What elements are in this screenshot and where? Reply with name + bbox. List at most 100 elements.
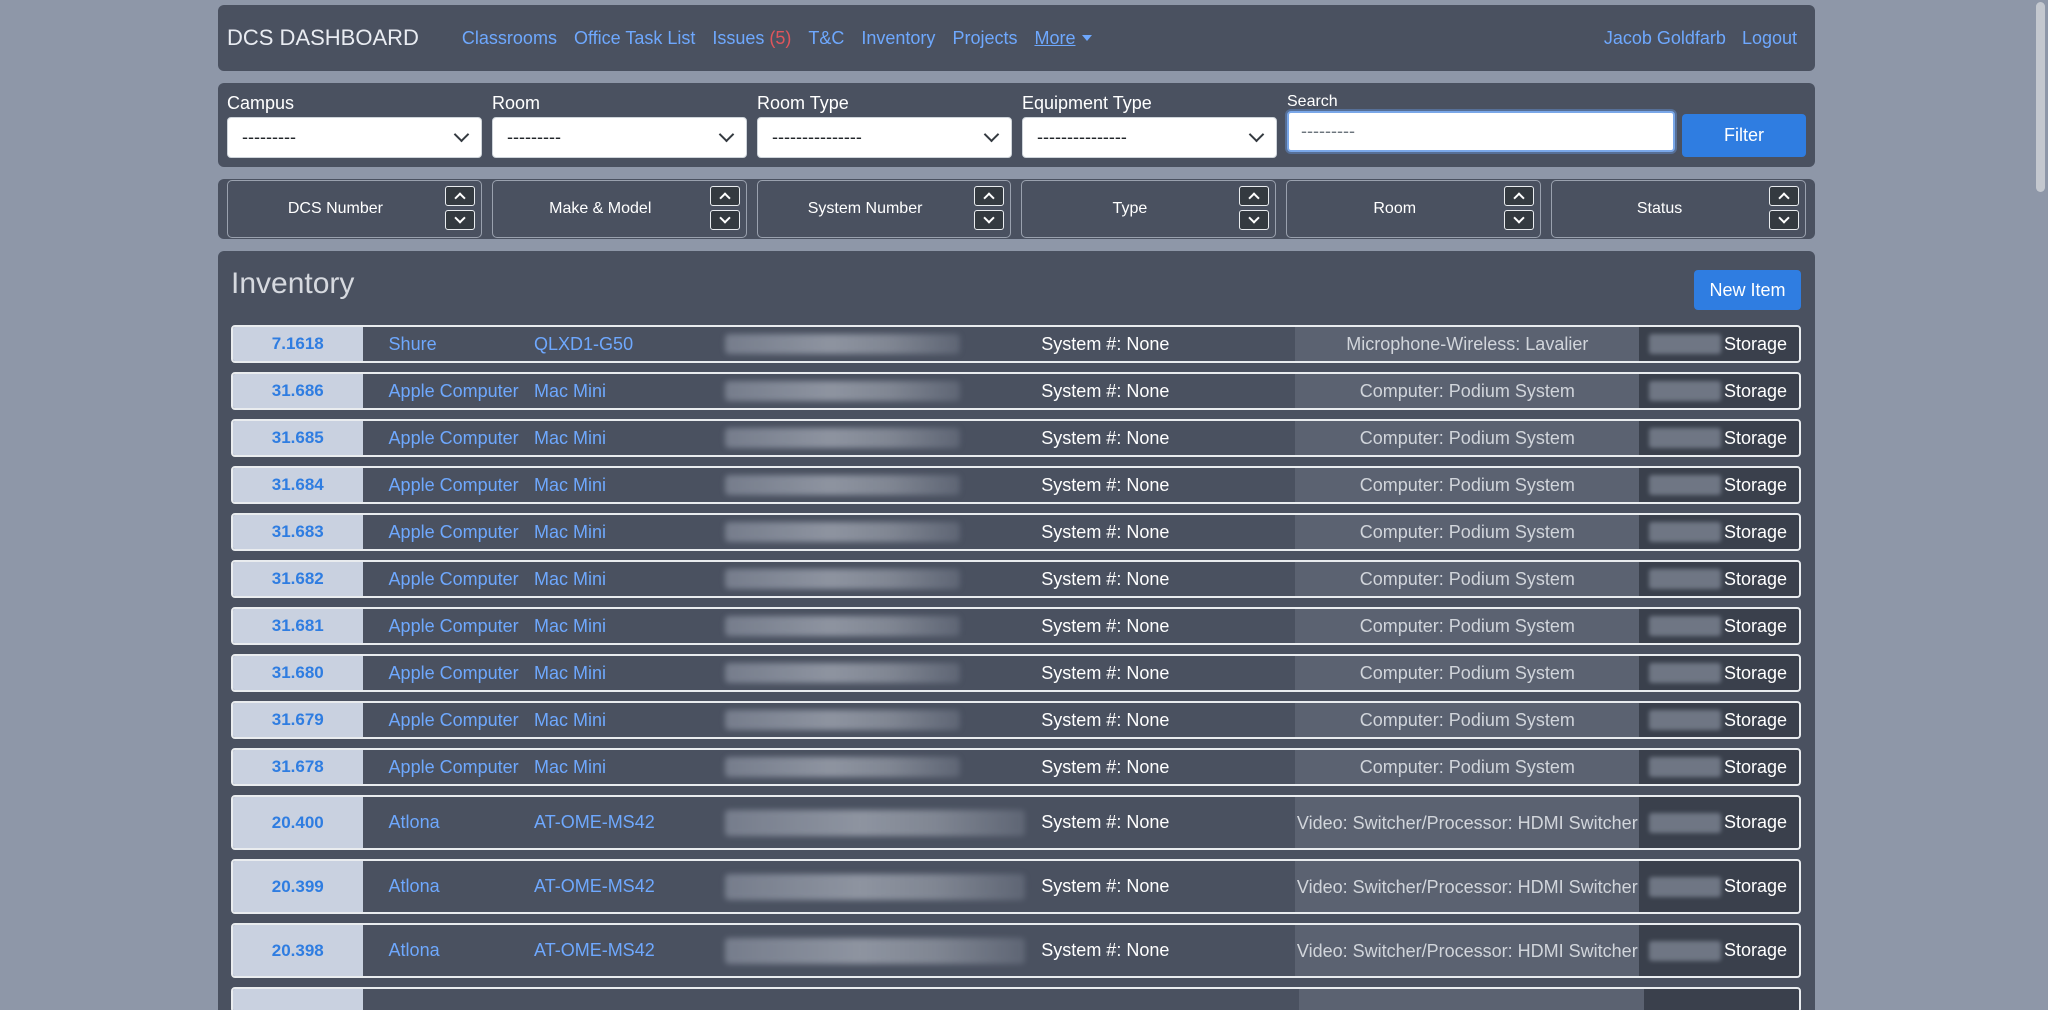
table-row[interactable]: 31.681 Apple Computer Mac Mini System #: No…	[231, 607, 1801, 645]
search-input[interactable]: ---------	[1287, 111, 1675, 152]
sort-desc-icon[interactable]	[444, 210, 475, 230]
redacted-blur	[725, 522, 961, 542]
model-link[interactable]	[535, 989, 727, 1010]
dcs-number-link[interactable]: 20.398	[233, 925, 363, 976]
dcs-number-link[interactable]	[233, 989, 363, 1010]
nav-link-inventory[interactable]: Inventory	[861, 28, 935, 49]
table-row[interactable]: 20.399 Atlona AT-OME-MS42 System #: None Vid…	[231, 859, 1801, 914]
redacted-blur	[1649, 757, 1722, 777]
model-link[interactable]: Mac Mini	[534, 421, 725, 455]
model-link[interactable]: AT-OME-MS42	[534, 925, 725, 976]
make-link[interactable]: Apple Computer	[363, 468, 534, 502]
model-link[interactable]: Mac Mini	[534, 656, 725, 690]
room-type-filter: Room Type ---------------	[757, 83, 1012, 167]
table-row[interactable]: 31.682 Apple Computer Mac Mini System #: No…	[231, 560, 1801, 598]
new-item-button[interactable]: New Item	[1694, 270, 1801, 310]
sort-desc-icon[interactable]	[1239, 210, 1270, 230]
room-redacted	[1639, 327, 1724, 361]
table-row[interactable]: 31.684 Apple Computer Mac Mini System #: No…	[231, 466, 1801, 504]
model-link[interactable]: Mac Mini	[534, 468, 725, 502]
filter-button[interactable]: Filter	[1682, 114, 1806, 157]
make-link[interactable]: Apple Computer	[363, 656, 534, 690]
equipment-type-select[interactable]: ---------------	[1022, 117, 1277, 158]
sort-dcs-number: DCS Number	[227, 180, 482, 238]
make-link[interactable]: Atlona	[363, 797, 534, 848]
make-link[interactable]: Atlona	[363, 861, 534, 912]
logout-link[interactable]: Logout	[1742, 28, 1797, 49]
dcs-number-link[interactable]: 31.679	[233, 703, 363, 737]
sort-asc-icon[interactable]	[709, 186, 740, 206]
dcs-number-link[interactable]: 31.686	[233, 374, 363, 408]
table-row[interactable]: 20.398 Atlona AT-OME-MS42 System #: None Vid…	[231, 923, 1801, 978]
make-link[interactable]: Apple Computer	[363, 515, 534, 549]
room-type-select-value: ---------------	[772, 127, 862, 147]
make-link[interactable]: Atlona	[363, 925, 534, 976]
model-link[interactable]: Mac Mini	[534, 562, 725, 596]
nav-link-classrooms[interactable]: Classrooms	[462, 28, 557, 49]
room-select[interactable]: ---------	[492, 117, 747, 158]
dcs-number-link[interactable]: 31.681	[233, 609, 363, 643]
table-row[interactable]: 31.678 Apple Computer Mac Mini System #: No…	[231, 748, 1801, 786]
room-type-select[interactable]: ---------------	[757, 117, 1012, 158]
chevron-down-icon	[453, 126, 470, 143]
sort-asc-icon[interactable]	[974, 186, 1005, 206]
make-link[interactable]: Apple Computer	[363, 421, 534, 455]
make-link[interactable]: Apple Computer	[363, 562, 534, 596]
sort-desc-icon[interactable]	[1768, 210, 1799, 230]
redacted-blur	[725, 809, 1026, 836]
equipment-type-select-value: ---------------	[1037, 127, 1127, 147]
sort-label: Room	[1373, 200, 1417, 217]
table-row[interactable]: 31.686 Apple Computer Mac Mini System #: No…	[231, 372, 1801, 410]
nav-link-more-dropdown[interactable]: More	[1034, 28, 1093, 49]
model-link[interactable]: Mac Mini	[534, 609, 725, 643]
sort-asc-icon[interactable]	[1768, 186, 1799, 206]
brand-title[interactable]: DCS DASHBOARD	[227, 25, 419, 51]
dcs-number-link[interactable]: 31.680	[233, 656, 363, 690]
dcs-number-link[interactable]: 31.685	[233, 421, 363, 455]
make-link[interactable]	[363, 989, 535, 1010]
table-row[interactable]: 31.680 Apple Computer Mac Mini System #: No…	[231, 654, 1801, 692]
make-link[interactable]: Apple Computer	[363, 609, 534, 643]
sort-asc-icon[interactable]	[444, 186, 475, 206]
scrollbar-thumb[interactable]	[2036, 2, 2045, 192]
dcs-number-link[interactable]: 20.400	[233, 797, 363, 848]
model-link[interactable]: Mac Mini	[534, 515, 725, 549]
scrollbar[interactable]	[2033, 0, 2048, 1010]
dcs-number-link[interactable]: 20.399	[233, 861, 363, 912]
model-link[interactable]: Mac Mini	[534, 750, 725, 784]
dcs-number-link[interactable]: 31.678	[233, 750, 363, 784]
model-link[interactable]: QLXD1-G50	[534, 327, 725, 361]
model-link[interactable]: Mac Mini	[534, 703, 725, 737]
make-link[interactable]: Apple Computer	[363, 374, 534, 408]
make-link[interactable]: Apple Computer	[363, 703, 534, 737]
table-row[interactable]	[231, 987, 1801, 1010]
nav-link-office-task-list[interactable]: Office Task List	[574, 28, 695, 49]
model-link[interactable]: Mac Mini	[534, 374, 725, 408]
sort-asc-icon[interactable]	[1239, 186, 1270, 206]
redacted-blur	[725, 569, 961, 589]
dcs-number-link[interactable]: 31.684	[233, 468, 363, 502]
make-link[interactable]: Shure	[363, 327, 534, 361]
user-profile-link[interactable]: Jacob Goldfarb	[1604, 28, 1726, 49]
table-row[interactable]: 7.1618 Shure QLXD1-G50 System #: None Microp…	[231, 325, 1801, 363]
table-row[interactable]: 31.685 Apple Computer Mac Mini System #: No…	[231, 419, 1801, 457]
sort-desc-icon[interactable]	[709, 210, 740, 230]
room-redacted	[1639, 515, 1724, 549]
model-link[interactable]: AT-OME-MS42	[534, 861, 725, 912]
dcs-number-link[interactable]: 31.683	[233, 515, 363, 549]
dcs-number-link[interactable]: 7.1618	[233, 327, 363, 361]
make-link[interactable]: Apple Computer	[363, 750, 534, 784]
nav-link-tc[interactable]: T&C	[808, 28, 844, 49]
dcs-number-link[interactable]: 31.682	[233, 562, 363, 596]
sort-desc-icon[interactable]	[1504, 210, 1535, 230]
nav-link-issues[interactable]: Issues (5)	[712, 28, 791, 49]
table-row[interactable]: 20.400 Atlona AT-OME-MS42 System #: None Vid…	[231, 795, 1801, 850]
status-text: Storage	[1723, 562, 1799, 596]
campus-select[interactable]: ---------	[227, 117, 482, 158]
sort-desc-icon[interactable]	[974, 210, 1005, 230]
table-row[interactable]: 31.679 Apple Computer Mac Mini System #: No…	[231, 701, 1801, 739]
model-link[interactable]: AT-OME-MS42	[534, 797, 725, 848]
nav-link-projects[interactable]: Projects	[952, 28, 1017, 49]
sort-asc-icon[interactable]	[1504, 186, 1535, 206]
table-row[interactable]: 31.683 Apple Computer Mac Mini System #: No…	[231, 513, 1801, 551]
